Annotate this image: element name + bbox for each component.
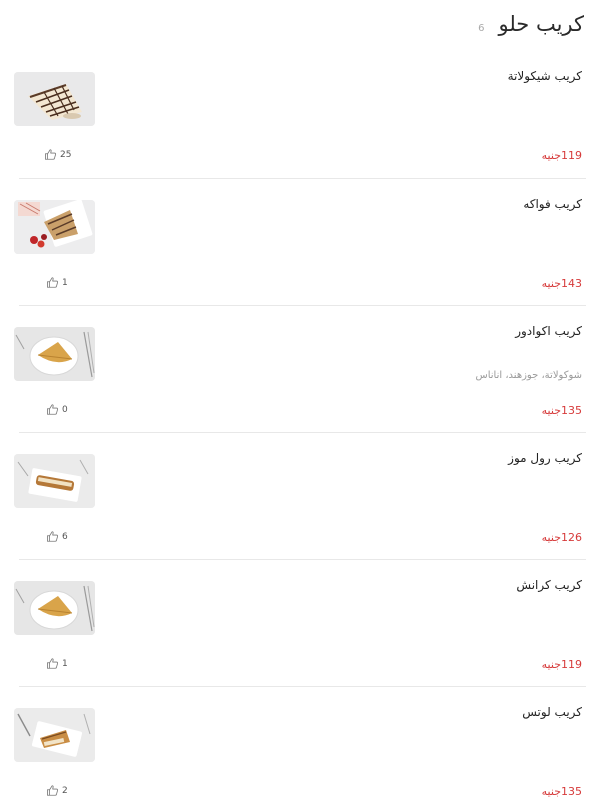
menu-item-photo-lotus-crepe[interactable] bbox=[14, 708, 95, 762]
thumbs-up-icon bbox=[47, 658, 59, 669]
like-counter[interactable]: 6 bbox=[46, 531, 68, 542]
like-counter[interactable]: 2 bbox=[46, 785, 68, 796]
thumbs-up-icon bbox=[45, 149, 57, 160]
menu-item[interactable]: كريب لوتس 135جنيه 2 bbox=[14, 686, 586, 808]
like-count: 0 bbox=[62, 404, 68, 415]
like-count: 1 bbox=[62, 658, 68, 669]
like-count: 6 bbox=[62, 531, 68, 542]
menu-item[interactable]: كريب اكوادور شوكولاتة، جوزهند، اناناس 13… bbox=[14, 305, 586, 432]
price-amount: 119 bbox=[561, 149, 582, 162]
menu-item-photo-chocolate-crepe[interactable] bbox=[14, 72, 95, 126]
like-counter[interactable]: 1 bbox=[46, 277, 68, 288]
menu-item-name: كريب رول موز bbox=[508, 451, 582, 465]
thumbs-up-icon bbox=[47, 404, 59, 415]
like-count: 2 bbox=[62, 785, 68, 796]
menu-item-name: كريب اكوادور bbox=[515, 324, 582, 338]
menu-item-photo-fruit-crepe[interactable] bbox=[14, 200, 95, 254]
price-amount: 126 bbox=[561, 531, 582, 544]
menu-item-list: كريب شيكولاتة 119جنيه 25 كريب فواكه 143ج… bbox=[14, 51, 586, 808]
like-count: 25 bbox=[60, 149, 72, 160]
menu-item-photo-plain-crepe[interactable] bbox=[14, 581, 95, 635]
menu-item-price: 126جنيه bbox=[542, 531, 582, 544]
like-counter[interactable]: 25 bbox=[44, 149, 71, 160]
price-amount: 135 bbox=[561, 404, 582, 417]
like-counter[interactable]: 0 bbox=[46, 404, 68, 415]
category-item-count: 6 bbox=[478, 23, 485, 34]
price-amount: 135 bbox=[561, 785, 582, 798]
category-title: كريب حلو bbox=[498, 12, 584, 36]
menu-item-price: 119جنيه bbox=[542, 658, 582, 671]
menu-item-price: 135جنيه bbox=[542, 785, 582, 798]
price-currency: جنيه bbox=[541, 404, 561, 417]
menu-item-name: كريب فواكه bbox=[523, 197, 582, 211]
menu-item-price: 135جنيه bbox=[542, 404, 582, 417]
like-counter[interactable]: 1 bbox=[46, 658, 68, 669]
price-amount: 143 bbox=[561, 277, 582, 290]
price-currency: جنيه bbox=[541, 277, 561, 290]
menu-item-photo-roll-crepe[interactable] bbox=[14, 454, 95, 508]
menu-item[interactable]: كريب شيكولاتة 119جنيه 25 bbox=[14, 51, 586, 178]
thumbs-up-icon bbox=[47, 531, 59, 542]
thumbs-up-icon bbox=[47, 277, 59, 288]
price-currency: جنيه bbox=[541, 531, 561, 544]
price-currency: جنيه bbox=[541, 658, 561, 671]
menu-item-price: 143جنيه bbox=[542, 277, 582, 290]
thumbs-up-icon bbox=[47, 785, 59, 796]
menu-item-name: كريب لوتس bbox=[522, 705, 582, 719]
menu-item-name: كريب شيكولاتة bbox=[507, 69, 582, 83]
menu-item-name: كريب كرانش bbox=[516, 578, 582, 592]
menu-item-photo-plain-crepe[interactable] bbox=[14, 327, 95, 381]
price-currency: جنيه bbox=[541, 149, 561, 162]
price-amount: 119 bbox=[561, 658, 582, 671]
price-currency: جنيه bbox=[541, 785, 561, 798]
menu-item-description: شوكولاتة، جوزهند، اناناس bbox=[475, 370, 583, 381]
menu-item[interactable]: كريب رول موز 126جنيه 6 bbox=[14, 432, 586, 559]
category-header: كريب حلو 6 bbox=[478, 12, 584, 40]
menu-item-price: 119جنيه bbox=[542, 149, 582, 162]
menu-item[interactable]: كريب كرانش 119جنيه 1 bbox=[14, 559, 586, 686]
like-count: 1 bbox=[62, 277, 68, 288]
menu-item[interactable]: كريب فواكه 143جنيه 1 bbox=[14, 178, 586, 305]
